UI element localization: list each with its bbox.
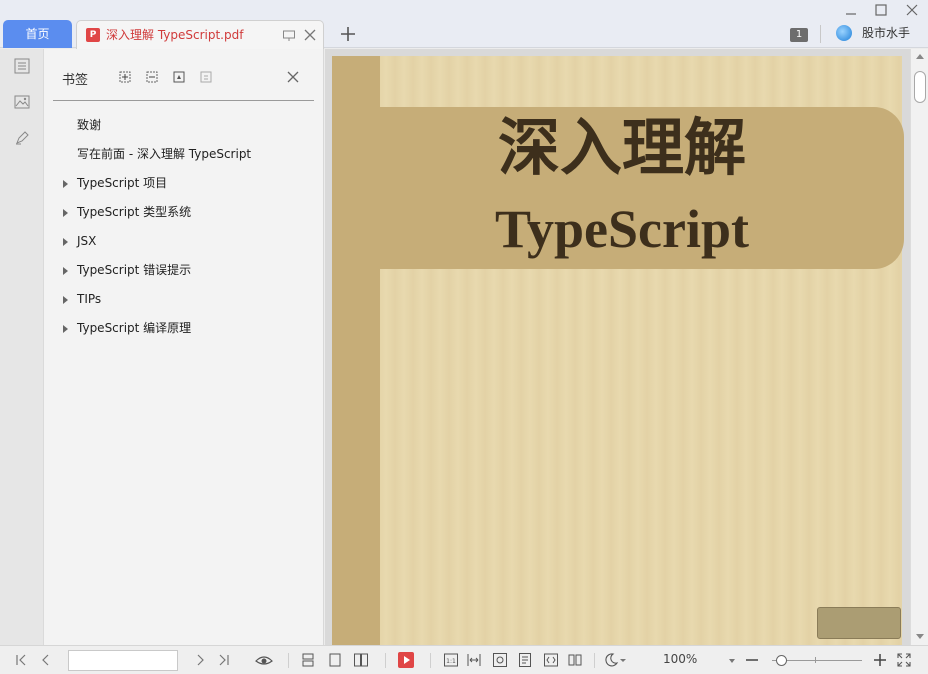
bookmark-move-icon[interactable] [172, 70, 186, 84]
cover-spine [332, 56, 380, 646]
actual-size-icon[interactable]: 1:1 [443, 652, 459, 668]
bookmark-item[interactable]: TypeScript 错误提示 [44, 256, 324, 285]
fullscreen-icon[interactable] [896, 652, 912, 668]
bookmark-rename-icon[interactable] [199, 70, 213, 84]
status-bar: 1:1 100% [0, 645, 928, 674]
zoom-in-icon[interactable] [872, 652, 888, 668]
document-viewer[interactable]: 深入理解 TypeScript [325, 49, 928, 646]
expand-arrow-icon[interactable] [63, 180, 68, 188]
expand-arrow-icon[interactable] [63, 238, 68, 246]
bookmarks-panel: 书签 致谢写在前面 - 深入理解 TypeScript TypeScript 项目… [44, 49, 324, 645]
single-page-icon[interactable] [327, 652, 343, 668]
bookmark-label: TypeScript 错误提示 [77, 263, 192, 277]
statusbar-divider [594, 653, 595, 668]
night-mode-moon-icon[interactable] [603, 652, 619, 668]
rotate-view-icon[interactable] [543, 652, 559, 668]
stock-app-label[interactable]: 股市水手 [862, 24, 910, 42]
scroll-down-arrow-icon[interactable] [916, 634, 924, 639]
statusbar-divider [385, 653, 386, 668]
bookmark-label: TypeScript 类型系统 [77, 205, 192, 219]
bookmark-list-icon[interactable] [13, 57, 31, 75]
continuous-scroll-icon[interactable] [300, 652, 316, 668]
annotation-pen-icon[interactable] [13, 129, 31, 147]
bookmark-list: 致谢写在前面 - 深入理解 TypeScript TypeScript 项目 Typ… [44, 111, 324, 343]
zoom-slider-tick [815, 657, 816, 663]
bookmark-label: JSX [77, 234, 97, 248]
page-count-badge[interactable]: 1 [790, 28, 808, 42]
page-number-input[interactable] [68, 650, 178, 671]
play-slideshow-icon[interactable] [398, 652, 414, 668]
cover-title-en: TypeScript [495, 199, 749, 259]
maximize-icon[interactable] [873, 2, 889, 18]
thumbnail-image-icon[interactable] [13, 93, 31, 111]
bookmark-label: 致谢 [77, 118, 102, 132]
stock-app-icon[interactable] [836, 25, 852, 41]
header-divider [820, 25, 821, 43]
tab-document[interactable]: P 深入理解 TypeScript.pdf [76, 20, 324, 49]
bookmark-item[interactable]: JSX [44, 227, 324, 256]
pdf-page: 深入理解 TypeScript [332, 56, 904, 646]
tab-home[interactable]: 首页 [3, 20, 72, 48]
bookmark-item[interactable]: 致谢 [44, 111, 324, 140]
fit-width-icon[interactable] [466, 652, 482, 668]
pdf-file-icon: P [86, 28, 100, 42]
cover-title-cn: 深入理解 [497, 111, 746, 184]
eye-protection-icon[interactable] [255, 652, 273, 668]
zoom-out-icon[interactable] [744, 652, 760, 668]
panel-close-icon[interactable] [286, 70, 300, 84]
bookmark-item[interactable]: TypeScript 编译原理 [44, 314, 324, 343]
previous-page-icon[interactable] [38, 652, 54, 668]
scroll-thumb[interactable] [914, 71, 926, 103]
zoom-slider-knob[interactable] [776, 655, 787, 666]
window-close-icon[interactable] [904, 2, 920, 18]
remove-bookmark-icon[interactable] [145, 70, 159, 84]
bookmark-item[interactable]: TypeScript 项目 [44, 169, 324, 198]
statusbar-divider [288, 653, 289, 668]
bookmark-label: TypeScript 项目 [77, 176, 168, 190]
bookmark-label: 写在前面 - 深入理解 TypeScript [77, 147, 252, 161]
bookmark-item[interactable]: 写在前面 - 深入理解 TypeScript [44, 140, 324, 169]
statusbar-divider [430, 653, 431, 668]
expand-arrow-icon[interactable] [63, 296, 68, 304]
book-view-icon[interactable] [567, 652, 583, 668]
add-bookmark-icon[interactable] [118, 70, 132, 84]
tab-pin-icon[interactable] [282, 28, 296, 42]
vertical-scrollbar[interactable] [910, 49, 928, 645]
last-page-icon[interactable] [216, 652, 232, 668]
scroll-up-arrow-icon[interactable] [916, 54, 924, 59]
tab-close-icon[interactable] [303, 28, 317, 42]
document-text-icon[interactable] [517, 652, 533, 668]
svg-text:1:1: 1:1 [446, 658, 456, 665]
bookmark-label: TIPs [77, 292, 102, 306]
cover-corner-box [817, 607, 901, 639]
bookmark-label: TypeScript 编译原理 [77, 321, 192, 335]
new-tab-plus-icon[interactable] [338, 24, 358, 44]
side-rail [0, 49, 44, 645]
bookmark-item[interactable]: TypeScript 类型系统 [44, 198, 324, 227]
next-page-icon[interactable] [192, 652, 208, 668]
panel-title: 书签 [62, 73, 89, 88]
tab-document-title: 深入理解 TypeScript.pdf [106, 28, 244, 42]
bookmark-item[interactable]: TIPs [44, 285, 324, 314]
zoom-dropdown-icon[interactable] [729, 659, 735, 663]
expand-arrow-icon[interactable] [63, 209, 68, 217]
zoom-level-value[interactable]: 100% [663, 652, 697, 666]
panel-divider [53, 100, 314, 101]
title-bar: 首页 P 深入理解 TypeScript.pdf 1 股市水手 [0, 0, 928, 49]
two-page-icon[interactable] [353, 652, 369, 668]
first-page-icon[interactable] [13, 652, 29, 668]
expand-arrow-icon[interactable] [63, 325, 68, 333]
fit-page-icon[interactable] [492, 652, 508, 668]
minimize-icon[interactable] [843, 2, 859, 18]
expand-arrow-icon[interactable] [63, 267, 68, 275]
night-mode-dropdown-icon[interactable] [619, 652, 627, 668]
